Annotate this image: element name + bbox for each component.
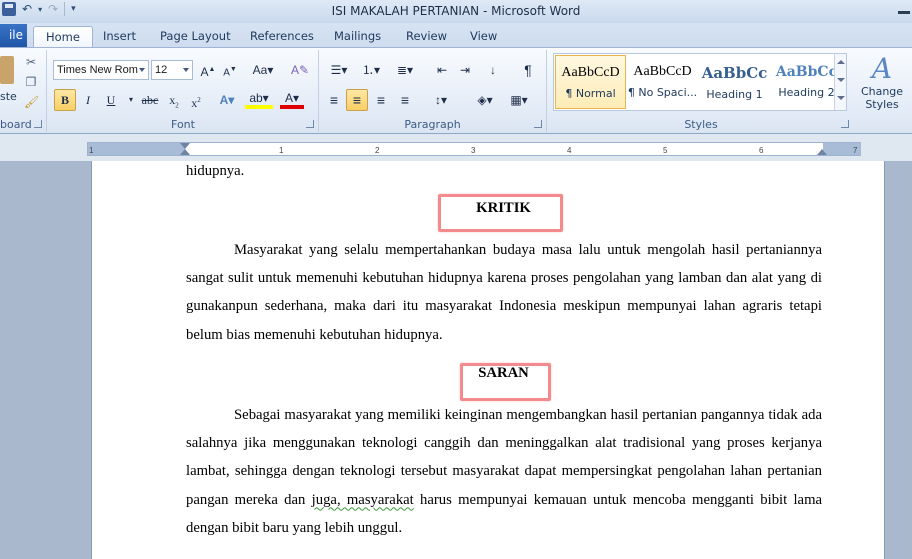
increase-indent-icon[interactable]: ⇥ [454,59,476,81]
tab-references[interactable]: References [250,26,314,47]
styles-group: Styles [549,50,853,132]
tab-file[interactable]: ile [0,24,27,47]
tab-page-layout[interactable]: Page Layout [160,26,231,47]
change-styles-label: Change Styles [860,85,904,111]
clipboard-launcher-icon[interactable] [34,120,42,128]
heading-saran: SARAN [478,365,529,381]
bullets-icon[interactable]: ☰▾ [325,59,353,81]
paragraph-kritik-text: Masyarakat yang selalu mempertahankan bu… [186,242,822,343]
ribbon-tabs: ile Home Insert Page Layout References M… [0,23,912,47]
paste-label[interactable]: ste [0,90,17,103]
ruler-number: 5 [663,146,668,155]
ruler-number: 1 [279,146,284,155]
font-size-combo[interactable]: 12 [151,60,193,80]
styles-group-label: Styles [684,118,718,131]
shrink-font-icon[interactable]: A▼ [219,59,241,81]
text-effects-icon[interactable]: A▾ [216,89,238,111]
strikethrough-button[interactable]: abc [136,89,164,111]
justify-icon[interactable]: ≡ [394,89,416,111]
paragraph-group-label: Paragraph [404,118,461,131]
minimize-icon[interactable] [892,0,912,20]
tab-mailings[interactable]: Mailings [334,26,381,47]
hanging-indent-marker[interactable] [180,149,190,155]
sort-icon[interactable]: ↓ [482,59,504,81]
title-bar: ↶ ▾ ↷ ▾ ISI MAKALAH PERTANIAN - Microsof… [0,0,912,23]
ruler-number: 6 [759,146,764,155]
ruler-number: 3 [471,146,476,155]
change-styles-icon: A [871,52,893,85]
subscript-button[interactable]: x2 [163,89,185,111]
show-formatting-marks-icon[interactable]: ¶ [517,59,539,81]
align-center-button[interactable]: ≡ [346,89,368,111]
line-spacing-icon[interactable]: ↕▾ [427,89,455,111]
font-group: Times New Rom 12 A▲ A▼ Aa▾ A✎ B I U ▾ ab… [48,50,319,132]
borders-icon[interactable]: ▦▾ [505,89,533,111]
change-case-icon[interactable]: Aa▾ [249,59,277,81]
align-right-icon[interactable]: ≡ [370,89,392,111]
paste-icon[interactable] [0,56,14,84]
clear-formatting-icon[interactable]: A✎ [289,59,311,81]
ruler-number: 1 [89,146,94,155]
font-group-label: Font [171,118,195,131]
font-size-dropdown-icon[interactable] [183,68,189,72]
paragraph-kritik[interactable]: Masyarakat yang selalu mempertahankan bu… [186,236,822,349]
shading-icon[interactable]: ◈▾ [471,89,499,111]
font-launcher-icon[interactable] [306,120,314,128]
multilevel-list-icon[interactable]: ≣▾ [391,59,419,81]
font-name-dropdown-icon[interactable] [139,68,145,72]
heading-kritik: KRITIK [476,200,531,216]
ruler-number: 7 [853,146,858,155]
change-styles-button[interactable]: A Change Styles [856,52,908,112]
numbering-icon[interactable]: ⒈▾ [357,59,385,81]
styles-launcher-icon[interactable] [841,120,849,128]
previous-line: hidupnya. [186,163,245,179]
grammar-flagged-text[interactable]: juga, masyarakat [312,492,414,508]
align-left-icon[interactable]: ≡ [323,89,345,111]
font-size-value: 12 [155,64,168,76]
tab-insert[interactable]: Insert [103,26,136,47]
format-painter-icon[interactable]: 🖌 [24,96,39,108]
grow-font-icon[interactable]: A▲ [197,59,219,81]
horizontal-ruler[interactable]: 1 1 2 3 4 5 6 7 [87,142,861,156]
ruler-number: 2 [375,146,380,155]
cut-icon[interactable]: ✂ [24,56,38,68]
italic-button[interactable]: I [77,89,99,111]
ruler-number: 4 [567,146,572,155]
decrease-indent-icon[interactable]: ⇤ [431,59,453,81]
copy-icon[interactable]: ❐ [24,76,38,88]
font-name-value: Times New Rom [57,64,138,76]
tab-view[interactable]: View [470,26,497,47]
left-margin-area [88,143,185,155]
superscript-button[interactable]: x2 [185,89,207,111]
bold-button[interactable]: B [54,89,76,111]
ribbon: ste ✂ ❐ 🖌 board Times New Rom 12 A▲ A▼ A… [0,47,912,134]
underline-button[interactable]: U [100,89,122,111]
window-title: ISI MAKALAH PERTANIAN - Microsoft Word [331,4,581,18]
paragraph-launcher-icon[interactable] [534,120,542,128]
font-color-icon[interactable]: A▾ [280,89,304,109]
tab-home[interactable]: Home [33,26,93,47]
tab-review[interactable]: Review [406,26,447,47]
highlight-color-icon[interactable]: ab▾ [245,89,273,109]
right-indent-marker[interactable] [817,149,827,155]
paragraph-saran[interactable]: Sebagai masyarakat yang memiliki keingin… [186,401,822,542]
paragraph-group: ☰▾ ⒈▾ ≣▾ ⇤ ⇥ ↓ ¶ ≡ ≡ ≡ ≡ ↕▾ ◈▾ ▦▾ Paragr… [319,50,547,132]
font-name-combo[interactable]: Times New Rom [53,60,149,80]
clipboard-group: ste ✂ ❐ 🖌 board [0,50,47,132]
